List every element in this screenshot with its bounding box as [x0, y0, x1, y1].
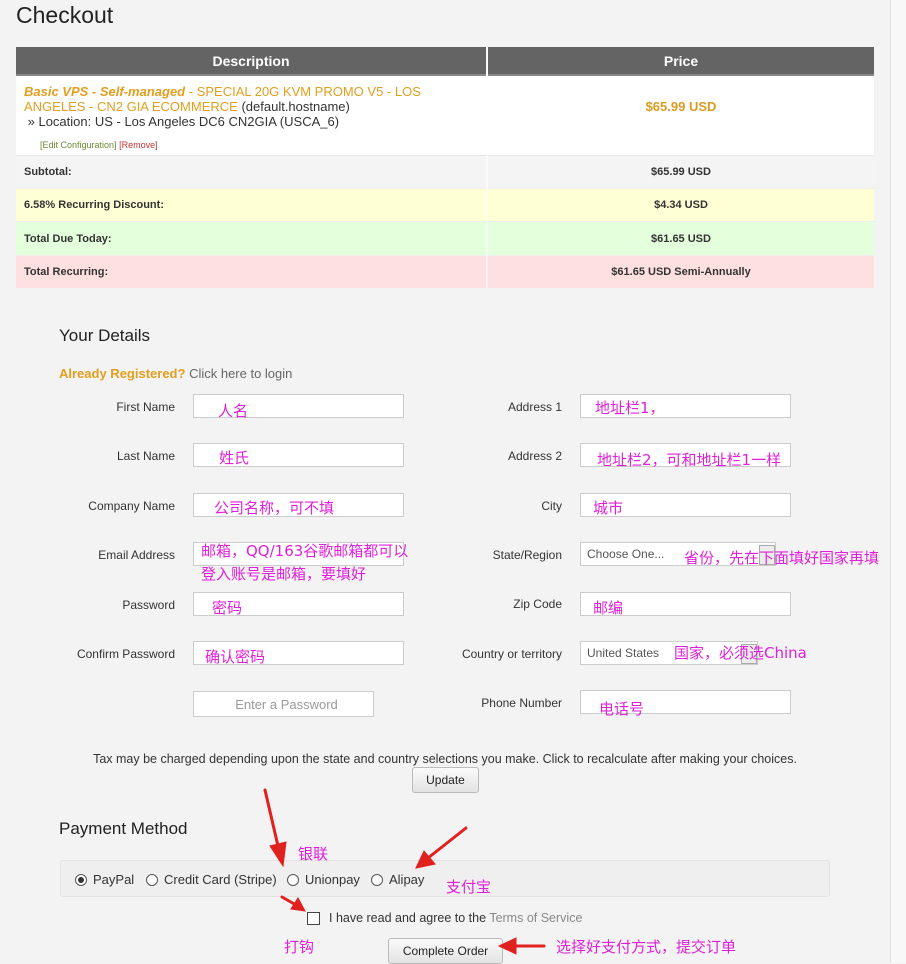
submit-arrow-head-icon [497, 937, 517, 955]
unionpay-arrow-head-icon [269, 841, 287, 868]
alipay-arrow-icon [426, 826, 468, 860]
unionpay-arrow-icon [263, 788, 280, 848]
annotation-arrows [263, 788, 546, 955]
